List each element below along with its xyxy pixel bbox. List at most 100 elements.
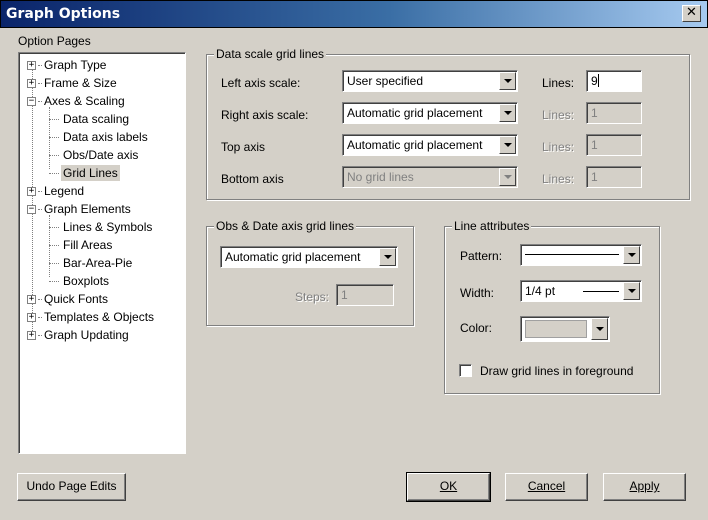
option-pages-tree[interactable]: + Graph Type + Frame & Size − Axes & Scaling D… (18, 52, 186, 454)
lines-input[interactable]: 1 (586, 102, 642, 124)
chevron-down-icon (504, 111, 512, 115)
expand-plus-icon[interactable]: + (27, 331, 36, 340)
cancel-button[interactable]: Cancel (505, 473, 588, 501)
expand-plus-icon[interactable]: + (27, 79, 36, 88)
obs-date-legend: Obs & Date axis grid lines (214, 219, 357, 233)
color-select[interactable] (520, 316, 610, 342)
collapse-minus-icon[interactable]: − (27, 97, 36, 106)
tree-item-label: Legend (44, 184, 85, 198)
obs-date-placement-select[interactable]: Automatic grid placement (220, 246, 398, 268)
tree-item[interactable]: + Frame & Size (19, 75, 185, 91)
text-caret (597, 74, 599, 87)
lines-label: Lines: (542, 140, 575, 154)
expand-plus-icon[interactable]: + (27, 187, 36, 196)
axis-grid-dropdown-button[interactable] (499, 104, 516, 122)
tree-connector (49, 245, 59, 246)
steps-input[interactable]: 1 (336, 284, 394, 306)
lines-input-value: 9 (591, 74, 598, 88)
apply-button[interactable]: Apply (603, 473, 686, 501)
tree-item[interactable]: Data axis labels (19, 129, 185, 145)
tree-item-label: Obs/Date axis (63, 148, 139, 162)
tree-item[interactable]: Obs/Date axis (19, 147, 185, 163)
tree-item[interactable]: Bar-Area-Pie (19, 255, 185, 271)
tree-item[interactable]: + Legend (19, 183, 185, 199)
width-dropdown-button[interactable] (623, 282, 640, 300)
axis-grid-select-value: Automatic grid placement (347, 106, 483, 120)
lines-label: Lines: (542, 108, 575, 122)
tree-item[interactable]: + Templates & Objects (19, 309, 185, 325)
tree-item-label: Axes & Scaling (44, 94, 125, 108)
lines-input[interactable]: 9 (586, 70, 642, 92)
apply-button-label: Apply (629, 479, 660, 493)
tree-item-label: Lines & Symbols (63, 220, 153, 234)
lines-label: Lines: (542, 172, 575, 186)
pattern-label: Pattern: (460, 249, 503, 263)
axis-scale-label: Bottom axis (221, 172, 284, 186)
close-button[interactable]: ✕ (682, 5, 701, 22)
tree-item[interactable]: Boxplots (19, 273, 185, 289)
color-dropdown-button[interactable] (591, 318, 608, 340)
tree-item-label: Frame & Size (44, 76, 117, 90)
color-swatch (525, 320, 587, 338)
pattern-dropdown-button[interactable] (623, 246, 640, 264)
axis-grid-select[interactable]: Automatic grid placement (342, 102, 518, 124)
collapse-minus-icon[interactable]: − (27, 205, 36, 214)
obs-date-placement-value: Automatic grid placement (225, 250, 361, 264)
cancel-button-label: Cancel (527, 479, 566, 493)
undo-page-edits-button[interactable]: Undo Page Edits (17, 473, 126, 501)
chevron-down-icon (504, 175, 512, 179)
lines-input[interactable]: 1 (586, 166, 642, 188)
tree-item[interactable]: + Graph Updating (19, 327, 185, 343)
ok-button-label: OK (439, 479, 458, 493)
tree-connector (49, 155, 59, 156)
obs-date-group (206, 226, 414, 326)
tree-item[interactable]: Fill Areas (19, 237, 185, 253)
tree-item[interactable]: Data scaling (19, 111, 185, 127)
chevron-down-icon (384, 255, 392, 259)
width-sample-line (583, 291, 619, 292)
tree-item[interactable]: Grid Lines (19, 165, 185, 181)
width-select[interactable]: 1/4 pt (520, 280, 642, 302)
tree-item-label: Fill Areas (63, 238, 113, 252)
chevron-down-icon (504, 79, 512, 83)
axis-grid-select[interactable]: User specified (342, 70, 518, 92)
tree-item-label: Data scaling (63, 112, 130, 126)
color-label: Color: (460, 321, 493, 335)
ok-button[interactable]: OK (406, 472, 491, 502)
expand-plus-icon[interactable]: + (27, 295, 36, 304)
lines-input-value: 1 (591, 170, 598, 184)
axis-grid-dropdown-button[interactable] (499, 168, 516, 186)
tree-item-label: Grid Lines (61, 165, 120, 181)
tree-item[interactable]: − Axes & Scaling (19, 93, 185, 109)
axis-grid-select-value: Automatic grid placement (347, 138, 483, 152)
tree-item[interactable]: Lines & Symbols (19, 219, 185, 235)
tree-item[interactable]: − Graph Elements (19, 201, 185, 217)
option-pages-label: Option Pages (18, 34, 91, 48)
width-value: 1/4 pt (525, 284, 556, 298)
pattern-solid-line (525, 254, 619, 255)
tree-item-label: Templates & Objects (44, 310, 155, 324)
expand-plus-icon[interactable]: + (27, 61, 36, 70)
close-icon: ✕ (686, 5, 697, 20)
expand-plus-icon[interactable]: + (27, 313, 36, 322)
axis-grid-dropdown-button[interactable] (499, 72, 516, 90)
data-scale-legend: Data scale grid lines (214, 47, 327, 61)
pattern-select[interactable] (520, 244, 642, 266)
axis-grid-select[interactable]: No grid lines (342, 166, 518, 188)
axis-grid-select[interactable]: Automatic grid placement (342, 134, 518, 156)
tree-connector (49, 281, 59, 282)
tree-item[interactable]: + Graph Type (19, 57, 185, 73)
obs-date-dropdown-button[interactable] (379, 248, 396, 266)
axis-grid-dropdown-button[interactable] (499, 136, 516, 154)
lines-label: Lines: (542, 76, 575, 90)
tree-item-label: Data axis labels (63, 130, 148, 144)
lines-input[interactable]: 1 (586, 134, 642, 156)
chevron-down-icon (628, 253, 636, 257)
foreground-label: Draw grid lines in foreground (480, 364, 634, 378)
foreground-checkbox[interactable] (459, 364, 472, 377)
chevron-down-icon (596, 327, 604, 331)
tree-item[interactable]: + Quick Fonts (19, 291, 185, 307)
axis-scale-label: Top axis (221, 140, 266, 154)
line-attributes-legend: Line attributes (452, 219, 532, 233)
tree-connector (49, 227, 59, 228)
